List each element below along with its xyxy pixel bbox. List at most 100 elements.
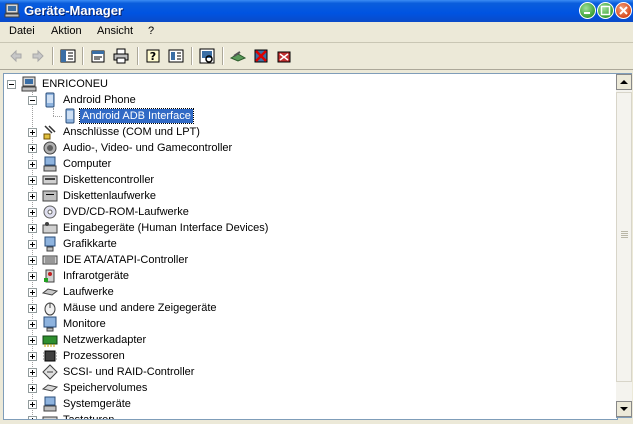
android-phone-icon bbox=[65, 108, 75, 124]
ide-controller-icon bbox=[42, 255, 58, 265]
disable-device-icon[interactable] bbox=[253, 48, 269, 64]
tree-category-label: Monitore bbox=[63, 318, 106, 330]
device-tree[interactable]: ENRICONEU Android Phone Android ADB Inte… bbox=[3, 73, 618, 420]
close-icon bbox=[619, 6, 628, 15]
tree-category[interactable]: SCSI- und RAID-Controller bbox=[4, 364, 404, 380]
tree-category-label: Android Phone bbox=[63, 94, 136, 106]
help-icon[interactable]: ? bbox=[145, 48, 161, 64]
tree-category[interactable]: Audio-, Video- und Gamecontroller bbox=[4, 140, 404, 156]
tree-category-label: Prozessoren bbox=[63, 350, 125, 362]
computer-icon bbox=[21, 76, 37, 92]
tree-category[interactable]: Netzwerkadapter bbox=[4, 332, 404, 348]
expand-icon[interactable] bbox=[28, 128, 37, 137]
tree-category-label: Systemgeräte bbox=[63, 398, 131, 410]
tree-root[interactable]: ENRICONEU bbox=[4, 76, 304, 92]
view-icon[interactable] bbox=[168, 48, 184, 64]
tree-category-label: Diskettenlaufwerke bbox=[63, 190, 156, 202]
tree-category-label: DVD/CD-ROM-Laufwerke bbox=[63, 206, 189, 218]
tree-category-label: Eingabegeräte (Human Interface Devices) bbox=[63, 222, 269, 234]
expand-icon[interactable] bbox=[28, 208, 37, 217]
collapse-icon[interactable] bbox=[7, 80, 16, 89]
menu-aktion[interactable]: Aktion bbox=[51, 25, 82, 37]
tree-root-label: ENRICONEU bbox=[42, 78, 109, 90]
tree-category[interactable]: Laufwerke bbox=[4, 284, 404, 300]
tree-category-label: Computer bbox=[63, 158, 112, 170]
scroll-thumb[interactable] bbox=[616, 92, 632, 382]
mouse-icon bbox=[44, 302, 56, 316]
title-bar[interactable]: Geräte-Manager bbox=[0, 0, 633, 22]
print-icon[interactable] bbox=[113, 48, 129, 64]
back-arrow-icon[interactable] bbox=[8, 48, 24, 64]
arrow-up-icon bbox=[620, 80, 628, 84]
tree-category[interactable]: Infrarotgeräte bbox=[4, 268, 404, 284]
toolbar-separator bbox=[222, 47, 224, 65]
tree-category[interactable]: Mäuse und andere Zeigegeräte bbox=[4, 300, 404, 316]
tree-category[interactable]: Computer bbox=[4, 156, 404, 172]
expand-icon[interactable] bbox=[28, 416, 37, 419]
tree-category[interactable]: Systemgeräte bbox=[4, 396, 404, 412]
expand-icon[interactable] bbox=[28, 320, 37, 329]
menu-help[interactable]: ? bbox=[148, 25, 154, 37]
speaker-icon bbox=[43, 141, 57, 155]
expand-icon[interactable] bbox=[28, 144, 37, 153]
tree-category[interactable]: Grafikkarte bbox=[4, 236, 404, 252]
maximize-icon bbox=[600, 5, 611, 16]
update-driver-icon[interactable] bbox=[230, 48, 246, 64]
maximize-button[interactable] bbox=[597, 2, 614, 19]
port-icon bbox=[43, 125, 56, 140]
tree-category[interactable]: Tastaturen bbox=[4, 412, 404, 419]
expand-icon[interactable] bbox=[28, 256, 37, 265]
hid-icon bbox=[42, 222, 58, 234]
toolbar-separator bbox=[191, 47, 193, 65]
tree-category[interactable]: DVD/CD-ROM-Laufwerke bbox=[4, 204, 404, 220]
tree-category[interactable]: IDE ATA/ATAPI-Controller bbox=[4, 252, 404, 268]
expand-icon[interactable] bbox=[28, 160, 37, 169]
expand-icon[interactable] bbox=[28, 240, 37, 249]
tree-category-label: IDE ATA/ATAPI-Controller bbox=[63, 254, 189, 266]
storage-volume-icon bbox=[42, 384, 58, 392]
expand-icon[interactable] bbox=[28, 336, 37, 345]
tree-category[interactable]: Prozessoren bbox=[4, 348, 404, 364]
properties-icon[interactable] bbox=[90, 48, 106, 64]
expand-icon[interactable] bbox=[28, 192, 37, 201]
scsi-controller-icon bbox=[42, 364, 58, 380]
tree-category[interactable]: Diskettenlaufwerke bbox=[4, 188, 404, 204]
expand-icon[interactable] bbox=[28, 384, 37, 393]
thumb-grip bbox=[621, 237, 628, 238]
tree-device-android-adb[interactable]: Android ADB Interface bbox=[4, 108, 304, 124]
tree-category[interactable]: Speichervolumes bbox=[4, 380, 404, 396]
tree-category[interactable]: Monitore bbox=[4, 316, 404, 332]
thumb-grip bbox=[621, 231, 628, 232]
expand-icon[interactable] bbox=[28, 304, 37, 313]
menu-ansicht[interactable]: Ansicht bbox=[97, 25, 133, 37]
tree-category-label: Anschlüsse (COM und LPT) bbox=[63, 126, 200, 138]
tree-category[interactable]: Anschlüsse (COM und LPT) bbox=[4, 124, 404, 140]
expand-icon[interactable] bbox=[28, 272, 37, 281]
forward-arrow-icon[interactable] bbox=[30, 48, 46, 64]
thumb-grip bbox=[621, 235, 628, 236]
expand-icon[interactable] bbox=[28, 224, 37, 233]
tree-category[interactable]: Eingabegeräte (Human Interface Devices) bbox=[4, 220, 404, 236]
menu-bar: Datei Aktion Ansicht ? bbox=[0, 22, 633, 43]
tree-category-label: Audio-, Video- und Gamecontroller bbox=[63, 142, 233, 154]
vertical-scrollbar[interactable] bbox=[616, 73, 632, 418]
scroll-up-button[interactable] bbox=[616, 74, 632, 90]
expand-icon[interactable] bbox=[28, 368, 37, 377]
expand-icon[interactable] bbox=[28, 352, 37, 361]
expand-icon[interactable] bbox=[28, 176, 37, 185]
console-tree-icon[interactable] bbox=[60, 48, 76, 64]
scroll-down-button[interactable] bbox=[616, 401, 632, 417]
tree-category-label: Laufwerke bbox=[63, 286, 114, 298]
collapse-icon[interactable] bbox=[28, 96, 37, 105]
scan-hardware-icon[interactable] bbox=[199, 48, 215, 64]
android-phone-icon bbox=[45, 92, 55, 108]
menu-datei[interactable]: Datei bbox=[9, 25, 35, 37]
tree-category-android-phone[interactable]: Android Phone bbox=[4, 92, 304, 108]
minimize-button[interactable] bbox=[579, 2, 596, 19]
tree-category[interactable]: Diskettencontroller bbox=[4, 172, 404, 188]
uninstall-device-icon[interactable] bbox=[276, 48, 292, 64]
disk-drive-icon bbox=[42, 288, 58, 296]
expand-icon[interactable] bbox=[28, 288, 37, 297]
close-button[interactable] bbox=[615, 2, 632, 19]
expand-icon[interactable] bbox=[28, 400, 37, 409]
